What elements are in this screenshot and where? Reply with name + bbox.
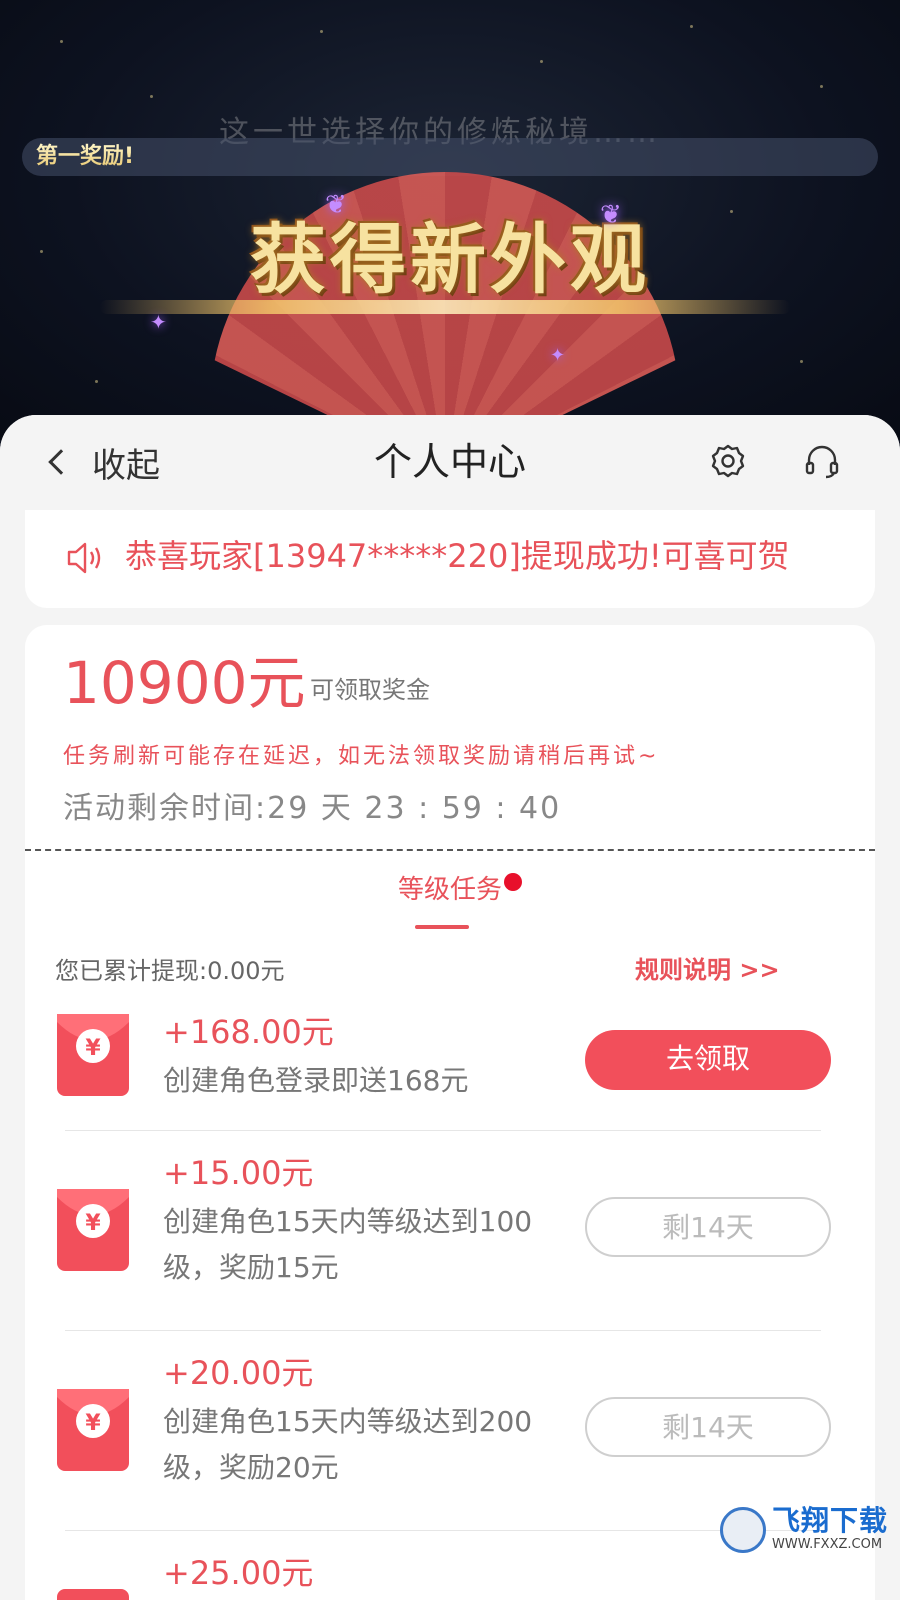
red-envelope-icon (57, 1589, 129, 1600)
notification-dot (504, 873, 522, 891)
watermark: 飞翔下载 WWW.FXXZ.COM (720, 1505, 890, 1557)
task-description: 创建角色15天内等级达到100级，奖励15元 (163, 1205, 533, 1284)
task-amount: +25.00元 (163, 1554, 314, 1592)
divider (65, 1530, 821, 1531)
red-envelope-icon: ¥ (57, 1189, 129, 1271)
task-description: 创建角色登录即送168元 (163, 1064, 469, 1097)
butterfly-icon: ❦ (600, 200, 622, 230)
page-title: 个人中心 (373, 440, 526, 484)
notice-bar: 恭喜玩家[13947*****220]提现成功!可喜可贺 (25, 510, 875, 608)
bonus-amount-label: 可领取奖金 (310, 676, 430, 704)
butterfly-icon: ❦ (325, 190, 347, 220)
game-background: 这一世选择你的修炼秘境…… 第一奖励! 获得新外观 ❦ ❦ ✦ ✦ (0, 0, 900, 440)
divider (65, 1330, 821, 1331)
svg-text:¥: ¥ (85, 1036, 101, 1061)
settings-button[interactable] (708, 441, 748, 481)
remaining-days-button[interactable]: 剩14天 (585, 1397, 831, 1457)
red-envelope-icon: ¥ (57, 1014, 129, 1096)
svg-text:¥: ¥ (85, 1411, 101, 1436)
task-row: ¥ +15.00元 创建角色15天内等级达到100级，奖励15元 剩14天 (25, 1145, 875, 1335)
task-amount: +20.00元 (163, 1354, 314, 1392)
red-envelope-icon: ¥ (57, 1389, 129, 1471)
task-row: ¥ +168.00元 创建角色登录即送168元 去领取 (25, 1000, 875, 1130)
personal-center-panel: 收起 个人中心 恭喜玩家[13947*****220]提现成功!可喜可贺 109… (0, 415, 900, 1600)
reward-label: 第一奖励! (36, 144, 135, 169)
headset-icon (805, 445, 839, 479)
watermark-url: WWW.FXXZ.COM (772, 1537, 883, 1552)
countdown-timer: 活动剩余时间:29 天 23 : 59 : 40 (63, 791, 562, 826)
task-description: 创建角色15天内等级达到200级，奖励20元 (163, 1405, 533, 1484)
delay-warning: 任务刷新可能存在延迟，如无法领取奖励请稍后再试~ (63, 744, 660, 769)
task-amount: +168.00元 (163, 1013, 334, 1051)
customer-service-button[interactable] (802, 441, 842, 481)
gear-icon (711, 444, 745, 478)
rules-link[interactable]: 规则说明 >> (635, 950, 780, 990)
butterfly-icon: ✦ (550, 345, 566, 366)
watermark-logo-icon (720, 1507, 766, 1553)
tab-underline (415, 925, 469, 929)
butterfly-icon: ✦ (150, 310, 167, 334)
bonus-card: 10900元 可领取奖金 任务刷新可能存在延迟，如无法领取奖励请稍后再试~ 活动… (25, 625, 875, 1600)
tab-bar: 等级任务 (25, 865, 875, 915)
remaining-days-button[interactable]: 剩14天 (585, 1197, 831, 1257)
bonus-amount: 10900元 (63, 649, 306, 717)
notice-text: 恭喜玩家[13947*****220]提现成功!可喜可贺 (125, 537, 790, 575)
svg-text:¥: ¥ (85, 1211, 101, 1236)
claim-button[interactable]: 去领取 (585, 1030, 831, 1090)
reward-bar: 第一奖励! (22, 138, 878, 176)
speaker-icon (67, 542, 101, 574)
tab-level-tasks[interactable]: 等级任务 (397, 865, 522, 915)
dashed-divider (25, 849, 875, 851)
divider (65, 1130, 821, 1131)
watermark-name: 飞翔下载 (772, 1504, 889, 1537)
withdrawn-total: 您已累计提现:0.00元 (55, 957, 285, 985)
tab-label: 等级任务 (397, 875, 502, 905)
task-amount: +15.00元 (163, 1154, 314, 1192)
banner-title: 获得新外观 (250, 215, 650, 304)
